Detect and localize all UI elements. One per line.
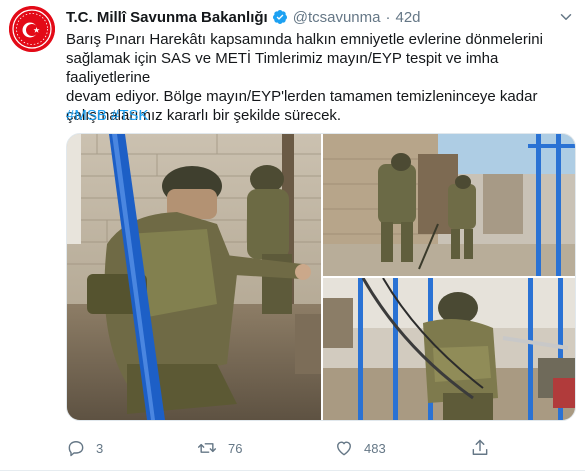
reply-icon (68, 441, 84, 457)
retweet-icon (197, 443, 217, 453)
avatar[interactable] (9, 6, 55, 52)
timestamp[interactable]: 42d (395, 9, 420, 26)
hashtag-tsk[interactable]: #TSK (111, 107, 149, 124)
reply-button[interactable]: 3 (66, 438, 103, 458)
photo-soldier-detector[interactable] (323, 278, 575, 420)
retweet-count: 76 (228, 440, 243, 456)
tweet-actions: 3 76 483 (66, 436, 556, 460)
separator-dot: · (385, 8, 391, 26)
share-button[interactable] (470, 438, 490, 458)
tweet-header: T.C. Millî Savunma Bakanlığı @tcsavunma … (66, 7, 421, 27)
verified-badge-icon (272, 9, 288, 25)
tweet-text-line: devam ediyor. Bölge mayın/EYP'lerden tam… (66, 88, 538, 105)
tweet[interactable]: T.C. Millî Savunma Bakanlığı @tcsavunma … (0, 0, 585, 471)
like-count: 483 (364, 440, 386, 456)
reply-count: 3 (96, 440, 104, 456)
display-name[interactable]: T.C. Millî Savunma Bakanlığı (66, 9, 268, 26)
share-icon (472, 439, 488, 455)
hashtag-msb[interactable]: #MSB (66, 107, 107, 124)
tweet-text-line: Barış Pınarı Harekâtı kapsamında halkın … (66, 31, 543, 48)
hashtags: #MSB #TSK (66, 106, 149, 125)
like-button[interactable]: 483 (334, 438, 386, 458)
chevron-down-icon[interactable] (557, 8, 575, 31)
tweet-text-line: sağlamak için SAS ve METİ Timlerimiz may… (66, 50, 499, 86)
photo-soldiers-street[interactable] (323, 134, 575, 276)
media-grid (66, 133, 576, 421)
retweet-button[interactable]: 76 (196, 438, 242, 458)
msb-emblem-icon (9, 6, 55, 52)
handle[interactable]: @tcsavunma (293, 9, 381, 26)
heart-icon (337, 441, 351, 456)
photo-soldier-kneeling[interactable] (67, 134, 321, 420)
